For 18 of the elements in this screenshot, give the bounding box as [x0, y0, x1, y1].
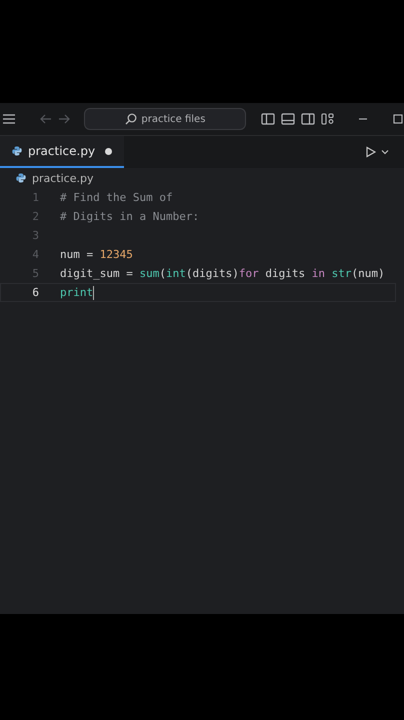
search-icon: [125, 113, 138, 125]
line-number: 3: [31, 229, 40, 242]
python-file-icon: [12, 146, 22, 156]
line-number: 5: [31, 267, 40, 280]
code-line: # Find the Sum of: [60, 191, 173, 204]
code-line: num = 12345: [60, 248, 133, 261]
line-number: 4: [31, 248, 40, 261]
code-line: digit_sum = sum(int(digits)for digits in str(num): [60, 267, 385, 280]
editor-tab[interactable]: practice.py: [0, 136, 124, 168]
search-field[interactable]: practice files: [84, 108, 246, 130]
code-line: print: [60, 286, 94, 300]
python-file-icon: [16, 173, 26, 183]
line-number: 1: [31, 191, 40, 204]
breadcrumb-item[interactable]: practice.py: [32, 172, 94, 184]
search-placeholder: practice files: [141, 114, 206, 124]
code-line: # Digits in a Number:: [60, 210, 200, 223]
line-number: 6: [31, 286, 40, 299]
line-number: 2: [31, 210, 40, 223]
